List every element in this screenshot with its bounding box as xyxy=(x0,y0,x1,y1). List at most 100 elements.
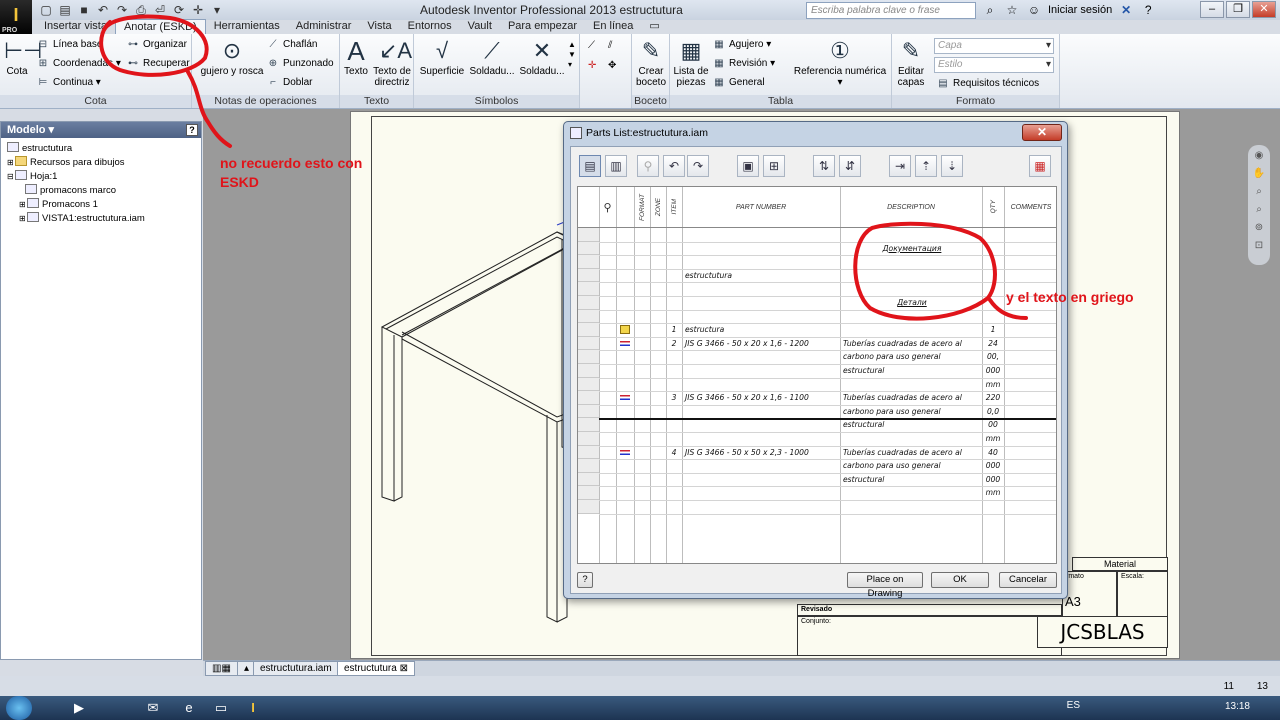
cell-description[interactable]: Tuberías cuadradas de acero al xyxy=(843,391,981,404)
header-qty[interactable]: QTY xyxy=(982,187,1004,227)
cell-qty[interactable]: 000 xyxy=(982,473,1004,486)
row-header[interactable] xyxy=(578,500,599,514)
open-icon[interactable]: ▤ xyxy=(57,2,73,18)
header-comments[interactable]: COMMENTS xyxy=(1004,187,1056,227)
estilo-dropdown[interactable]: Estilo ▾ xyxy=(934,57,1054,73)
hole-thread-button[interactable]: ⊙ gujero y rosca xyxy=(200,38,264,77)
row-header[interactable] xyxy=(578,445,599,460)
app-logo[interactable]: I PRO xyxy=(0,0,32,36)
move-icon[interactable]: ✥ xyxy=(608,58,616,74)
star-icon[interactable]: ☆ xyxy=(1004,2,1020,18)
cell-description[interactable]: Детали xyxy=(843,296,981,309)
insert-row-icon[interactable]: ⇥ xyxy=(889,155,911,177)
cell-qty[interactable]: 24 xyxy=(982,337,1004,350)
cell-item[interactable]: 1 xyxy=(666,323,682,336)
cell-description[interactable]: Документация xyxy=(843,242,981,255)
tab-vista[interactable]: Vista xyxy=(359,19,399,34)
row-header[interactable] xyxy=(578,336,599,351)
viewcube-icon[interactable]: ◉ xyxy=(1252,149,1266,163)
header-format[interactable]: FORMAT xyxy=(634,187,650,227)
browser-header[interactable]: Modelo ▾ ? xyxy=(1,122,201,138)
cell-description[interactable]: estructural xyxy=(843,418,981,431)
tab-entornos[interactable]: Entornos xyxy=(400,19,460,34)
tab-en-linea[interactable]: En línea xyxy=(585,19,641,34)
cell-qty[interactable]: 40 xyxy=(982,446,1004,459)
tab-herramientas[interactable]: Herramientas xyxy=(206,19,288,34)
language-indicator[interactable]: ES xyxy=(1067,700,1080,711)
ie-icon[interactable]: e xyxy=(180,699,198,717)
chaflan-button[interactable]: ⟋ Chaflán xyxy=(266,37,318,53)
tab-anotar-eskd[interactable]: Anotar (ESKD) xyxy=(114,19,206,34)
zoom-window-icon[interactable]: ⌕ xyxy=(1252,203,1266,217)
linea-base-button[interactable]: ⊟ Línea base xyxy=(36,37,103,53)
binoculars-icon[interactable]: ⌕ xyxy=(982,2,998,18)
column-chooser-icon[interactable]: ▤ xyxy=(579,155,601,177)
header-zone[interactable]: ZONE xyxy=(650,187,666,227)
line-icon[interactable]: ⟋ xyxy=(588,38,595,54)
row-header[interactable] xyxy=(578,472,599,487)
superficie-button[interactable]: √ Superficie xyxy=(418,38,466,77)
parts-list-grid[interactable]: ⚲ FORMAT ZONE ITEM PART NUMBER DESCRIPTI… xyxy=(577,186,1057,564)
delete-rows-icon[interactable]: ▦ xyxy=(1029,155,1051,177)
lista-piezas-button[interactable]: ▦ Lista de piezas xyxy=(672,38,710,88)
user-icon[interactable]: ☺ xyxy=(1026,2,1042,18)
save-icon[interactable]: ■ xyxy=(76,2,92,18)
row-header[interactable] xyxy=(578,486,599,500)
tab-vault[interactable]: Vault xyxy=(460,19,500,34)
row-header[interactable] xyxy=(578,364,599,378)
soldadura-button-1[interactable]: ⟋ Soldadu... xyxy=(468,38,516,77)
cell-description[interactable]: estructural xyxy=(843,473,981,486)
cell-part-number[interactable]: estructura xyxy=(685,323,837,336)
header-item[interactable]: ITEM xyxy=(666,187,682,227)
new-icon[interactable]: ▢ xyxy=(38,2,54,18)
close-button[interactable]: ✕ xyxy=(1252,1,1276,18)
row-header[interactable] xyxy=(578,323,599,337)
orbit-icon[interactable]: ⊚ xyxy=(1252,221,1266,235)
cell-description[interactable]: carbono para uso general xyxy=(843,405,981,418)
doctab-iam[interactable]: estructutura.iam xyxy=(253,661,339,676)
symbols-scroll[interactable]: ▲ ▼ ▾ xyxy=(568,40,576,69)
clock[interactable]: 13:18 xyxy=(1225,701,1250,712)
explorer-icon[interactable]: ▭ xyxy=(212,699,230,717)
general-button[interactable]: ▦ General xyxy=(712,75,764,91)
exchange-icon[interactable]: ✕ xyxy=(1118,2,1134,18)
punzonado-button[interactable]: ⊕ Punzonado xyxy=(266,56,334,72)
cell-qty[interactable]: mm xyxy=(982,486,1004,499)
tree-item-root[interactable]: estructutura xyxy=(7,142,72,155)
cota-button[interactable]: ⊢⊣ Cota xyxy=(4,38,42,77)
pan-icon[interactable]: ✋ xyxy=(1252,167,1266,181)
requisitos-button[interactable]: ▤ Requisitos técnicos xyxy=(936,76,1039,92)
renumber-icon[interactable]: ⇅ xyxy=(813,155,835,177)
row-header[interactable] xyxy=(578,255,599,269)
cell-description[interactable]: Tuberías cuadradas de acero al xyxy=(843,446,981,459)
tab-administrar[interactable]: Administrar xyxy=(288,19,360,34)
doctab-idw[interactable]: estructutura ⊠ xyxy=(337,661,415,676)
cell-description[interactable]: carbono para uso general xyxy=(843,350,981,363)
inventor-taskbar-icon[interactable]: I xyxy=(244,699,262,717)
cell-qty[interactable]: 000 xyxy=(982,459,1004,472)
tree-item-vista1[interactable]: ⊞ VISTA1:estructutura.iam xyxy=(19,212,145,225)
row-header[interactable] xyxy=(578,241,599,256)
customize-icon[interactable]: ▾ xyxy=(209,2,225,18)
row-header[interactable] xyxy=(578,228,599,242)
filter-icon[interactable]: ⚲ xyxy=(637,155,659,177)
agujero-button[interactable]: ▦ Agujero ▾ xyxy=(712,37,771,53)
cell-part-number[interactable]: JIS G 3466 - 50 x 20 x 1,6 - 1200 xyxy=(685,337,837,350)
tab-para-empezar[interactable]: Para empezar xyxy=(500,19,585,34)
restore-button[interactable]: ❐ xyxy=(1226,1,1250,18)
crear-boceto-button[interactable]: ✎ Crear boceto xyxy=(634,38,668,88)
row-header[interactable] xyxy=(578,309,599,324)
cell-part-number[interactable]: JIS G 3466 - 50 x 20 x 1,6 - 1100 xyxy=(685,391,837,404)
tree-item-hoja[interactable]: ⊟ Hoja:1 xyxy=(7,170,57,183)
cell-part-number[interactable]: estructutura xyxy=(685,269,837,282)
close-tab-icon[interactable]: ⊠ xyxy=(400,663,408,674)
search-input[interactable]: Escriba palabra clave o frase xyxy=(806,2,976,19)
recuperar-button[interactable]: ⊷ Recuperar xyxy=(126,56,190,72)
cell-qty[interactable]: 220 xyxy=(982,391,1004,404)
export-icon[interactable]: ▣ xyxy=(737,155,759,177)
texto-button[interactable]: A Texto xyxy=(342,38,370,77)
update-icon[interactable]: ⟳ xyxy=(171,2,187,18)
outlook-icon[interactable]: ✉ xyxy=(144,699,162,717)
media-player-icon[interactable]: ▶ xyxy=(70,699,88,717)
ribbon-options-icon[interactable]: ▭ xyxy=(641,19,667,34)
